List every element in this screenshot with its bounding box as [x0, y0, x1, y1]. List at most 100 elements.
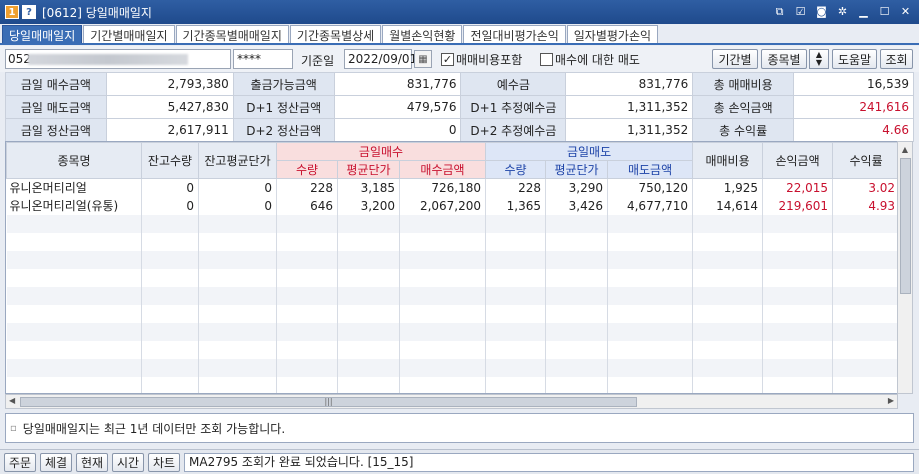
minimize-icon[interactable]: ▁	[856, 4, 871, 19]
table-row[interactable]	[6, 214, 897, 233]
table-row[interactable]	[6, 268, 897, 287]
summary-value: 831,776	[333, 72, 462, 96]
empty-cell	[198, 304, 277, 323]
tab-period-item-detail[interactable]: 기간종목별상세	[289, 25, 382, 44]
col-fee-header[interactable]: 매매비용	[692, 142, 764, 179]
date-input[interactable]: 2022/09/01	[344, 49, 417, 69]
fee-include-checkbox[interactable]: ✓ 매매비용포함	[441, 51, 522, 68]
horizontal-scrollbar[interactable]: ◀ ||| ▶	[5, 394, 898, 409]
empty-cell	[6, 340, 142, 359]
gear-icon[interactable]: ✲	[835, 4, 850, 19]
empty-cell	[485, 286, 547, 305]
empty-cell	[692, 286, 764, 305]
horizontal-scroll-thumb[interactable]: |||	[20, 397, 637, 407]
cell-buy-qty: 646	[276, 196, 338, 215]
summary-value: 479,576	[333, 95, 462, 119]
empty-cell	[607, 340, 694, 359]
summary-row: 금일 매도금액 5,427,830 D+1 정산금액 479,576 D+1 추…	[5, 95, 914, 119]
col-buy-qty-header[interactable]: 수량	[276, 160, 338, 179]
empty-cell	[545, 304, 609, 323]
help-button[interactable]: 도움말	[832, 49, 877, 69]
scroll-left-icon[interactable]: ◀	[9, 396, 15, 405]
empty-cell	[762, 268, 834, 287]
buy-sell-checkbox[interactable]: 매수에 대한 매도	[540, 51, 640, 68]
summary-label: 금일 매수금액	[5, 72, 107, 96]
col-name-header[interactable]: 종목명	[6, 142, 142, 179]
col-sell-avg-header[interactable]: 평균단가	[545, 160, 609, 179]
up-down-spinner[interactable]: ▲ ▼	[809, 49, 829, 69]
cell-buy-avg: 3,185	[337, 178, 400, 197]
empty-cell	[485, 304, 547, 323]
vertical-scrollbar[interactable]: ▲	[897, 141, 913, 394]
query-button[interactable]: 조회	[880, 49, 913, 69]
chart-button[interactable]: 차트	[148, 453, 180, 472]
link-icon[interactable]: ⧉	[772, 4, 787, 19]
tab-period-journal[interactable]: 기간별매매일지	[83, 25, 175, 44]
empty-cell	[6, 268, 142, 287]
empty-cell	[692, 340, 764, 359]
time-button[interactable]: 시간	[112, 453, 144, 472]
period-button[interactable]: 기간별	[712, 49, 758, 69]
table-row[interactable]	[6, 304, 897, 323]
tab-daily-pnl[interactable]: 일자별평가손익	[566, 25, 659, 44]
chevron-down-icon[interactable]: ▼	[816, 59, 822, 67]
col-rate-header[interactable]: 수익률	[832, 142, 897, 179]
col-hold-avg-header[interactable]: 잔고평균단가	[198, 142, 277, 179]
tab-daily-journal[interactable]: 당일매매일지	[2, 25, 83, 44]
empty-cell	[545, 340, 609, 359]
table-row[interactable]	[6, 286, 897, 305]
table-row[interactable]	[6, 340, 897, 359]
col-buy-avg-header[interactable]: 평균단가	[337, 160, 400, 179]
table-row[interactable]	[6, 322, 897, 341]
title-bar: 1 ? [0612] 당일매매일지 ⧉ ☑ ◙ ✲ ▁ ☐ ✕	[0, 0, 919, 24]
account-select[interactable]: 052-	[5, 49, 231, 69]
tab-period-item-journal[interactable]: 기간종목별매매일지	[175, 25, 289, 44]
checkbox-checked-icon: ✓	[441, 53, 454, 66]
tab-monthly-pnl[interactable]: 월별손익현황	[382, 25, 463, 44]
cell-sell-avg: 3,290	[545, 178, 609, 197]
calendar-icon[interactable]: ▦	[414, 50, 432, 68]
camera-icon[interactable]: ◙	[814, 4, 829, 19]
current-price-button[interactable]: 현재	[76, 453, 108, 472]
table-row[interactable]: 유니온머티리얼 0 0 228 3,185 726,180 228 3,290 …	[6, 178, 897, 197]
col-pnl-header[interactable]: 손익금액	[762, 142, 834, 179]
table-row[interactable]: 유니온머티리얼(유통) 0 0 646 3,200 2,067,200 1,36…	[6, 196, 897, 215]
col-sell-amt-header[interactable]: 매도금액	[607, 160, 694, 179]
empty-cell	[198, 376, 277, 393]
bullet-icon: ▫	[10, 422, 17, 434]
empty-cell	[141, 250, 199, 269]
col-buy-amt-header[interactable]: 매수금액	[398, 160, 487, 179]
col-hold-qty-header[interactable]: 잔고수량	[141, 142, 199, 179]
tab-bar: 당일매매일지 기간별매매일지 기간종목별매매일지 기간종목별상세 월별손익현황 …	[2, 25, 659, 44]
cell-hold-qty: 0	[141, 196, 199, 215]
table-row[interactable]	[6, 358, 897, 377]
empty-cell	[276, 286, 338, 305]
window-number-badge[interactable]: 1	[5, 5, 19, 19]
cell-buy-amt: 2,067,200	[399, 196, 487, 215]
tab-prev-day-pnl[interactable]: 전일대비평가손익	[463, 25, 566, 44]
empty-cell	[141, 232, 199, 251]
trade-grid[interactable]: 종목명 잔고수량 잔고평균단가 금일매수 금일매도 매매비용 손익금액 수익률 …	[5, 141, 898, 394]
scroll-up-icon[interactable]: ▲	[898, 142, 912, 156]
maximize-icon[interactable]: ☐	[877, 4, 892, 19]
summary-value: 1,311,352	[565, 118, 694, 142]
table-row[interactable]	[6, 376, 897, 393]
password-input[interactable]: ****	[233, 49, 293, 69]
cell-sell-amt: 4,677,710	[607, 196, 694, 215]
table-row[interactable]	[6, 232, 897, 251]
col-sell-qty-header[interactable]: 수량	[485, 160, 547, 179]
empty-cell	[399, 268, 487, 287]
item-button[interactable]: 종목별	[761, 49, 807, 69]
table-row[interactable]	[6, 250, 897, 269]
scroll-right-icon[interactable]: ▶	[888, 396, 894, 405]
order-button[interactable]: 주문	[4, 453, 36, 472]
empty-cell	[607, 232, 694, 251]
empty-cell	[6, 286, 142, 305]
help-badge[interactable]: ?	[22, 5, 36, 19]
vertical-scroll-thumb[interactable]	[900, 158, 911, 294]
checklist-icon[interactable]: ☑	[793, 4, 808, 19]
close-icon[interactable]: ✕	[898, 4, 913, 19]
execution-button[interactable]: 체결	[40, 453, 72, 472]
cell-sell-qty: 1,365	[485, 196, 547, 215]
window-title: [0612] 당일매매일지	[42, 5, 152, 20]
